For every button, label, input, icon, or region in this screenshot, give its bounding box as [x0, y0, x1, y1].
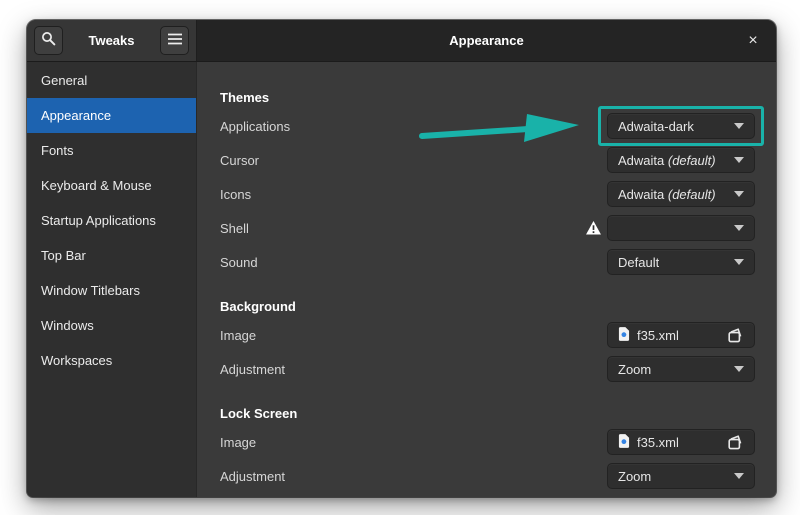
page-title: Appearance — [449, 33, 523, 48]
screenshot-canvas: Tweaks Appearance × GeneralAppearanceFon… — [0, 0, 800, 515]
chevron-down-icon — [734, 225, 744, 231]
row-label: Cursor — [220, 153, 259, 168]
settings-row-themes-applications: Applications Adwaita-dark — [220, 113, 755, 139]
combo-lock-screen-adjustment[interactable]: Zoom — [607, 463, 755, 489]
settings-row-lock-screen-adjustment: Adjustment Zoom — [220, 463, 755, 489]
row-label: Shell — [220, 221, 249, 236]
file-chooser-background-image[interactable]: f35.xml — [607, 322, 755, 348]
sidebar-item-top-bar[interactable]: Top Bar — [27, 238, 196, 273]
settings-row-themes-shell: Shell — [220, 215, 755, 241]
search-button[interactable] — [34, 26, 63, 55]
settings-row-themes-sound: Sound Default — [220, 249, 755, 275]
row-label: Adjustment — [220, 362, 285, 377]
sidebar-item-appearance[interactable]: Appearance — [27, 98, 196, 133]
section-title-background: Background — [220, 299, 755, 315]
chevron-down-icon — [734, 366, 744, 372]
window-body: GeneralAppearanceFontsKeyboard & MouseSt… — [27, 62, 776, 497]
file-name: f35.xml — [637, 328, 679, 343]
file-icon — [618, 434, 630, 451]
menu-button[interactable] — [160, 26, 189, 55]
search-icon — [41, 31, 56, 51]
sidebar-item-startup-applications[interactable]: Startup Applications — [27, 203, 196, 238]
headerbar: Tweaks Appearance × — [27, 20, 776, 62]
combo-themes-cursor[interactable]: Adwaita (default) — [607, 147, 755, 173]
sidebar-item-workspaces[interactable]: Workspaces — [27, 343, 196, 378]
row-label: Sound — [220, 255, 258, 270]
chevron-down-icon — [734, 123, 744, 129]
row-label: Image — [220, 435, 256, 450]
hamburger-menu-icon — [168, 32, 182, 50]
close-icon: × — [748, 32, 757, 50]
row-label: Adjustment — [220, 469, 285, 484]
settings-row-themes-icons: Icons Adwaita (default) — [220, 181, 755, 207]
chevron-down-icon — [734, 259, 744, 265]
headerbar-left: Tweaks — [27, 20, 197, 61]
settings-list: Themes Applications Adwaita-dark Cursor Adwa… — [197, 62, 776, 497]
settings-row-themes-cursor: Cursor Adwaita (default) — [220, 147, 755, 173]
settings-row-background-image: Image f35.xml — [220, 322, 755, 348]
chevron-down-icon — [734, 473, 744, 479]
chevron-down-icon — [734, 157, 744, 163]
headerbar-right: Appearance × — [197, 20, 776, 61]
combo-themes-sound[interactable]: Default — [607, 249, 755, 275]
combo-value: Zoom — [618, 469, 651, 484]
combo-themes-applications[interactable]: Adwaita-dark — [607, 113, 755, 139]
combo-value: Zoom — [618, 362, 651, 377]
sidebar-item-window-titlebars[interactable]: Window Titlebars — [27, 273, 196, 308]
settings-row-background-adjustment: Adjustment Zoom — [220, 356, 755, 382]
combo-themes-icons[interactable]: Adwaita (default) — [607, 181, 755, 207]
section-title-themes: Themes — [220, 90, 755, 106]
close-button[interactable]: × — [740, 28, 766, 54]
open-file-icon — [727, 435, 744, 450]
combo-value: Adwaita (default) — [618, 153, 716, 168]
warning-icon — [586, 221, 601, 235]
combo-value: Default — [618, 255, 659, 270]
file-icon — [618, 327, 630, 344]
app-title: Tweaks — [63, 33, 160, 48]
combo-value: Adwaita-dark — [618, 119, 694, 134]
row-label: Icons — [220, 187, 251, 202]
sidebar-item-keyboard-mouse[interactable]: Keyboard & Mouse — [27, 168, 196, 203]
settings-row-lock-screen-image: Image f35.xml — [220, 429, 755, 455]
file-chooser-lock-screen-image[interactable]: f35.xml — [607, 429, 755, 455]
file-name: f35.xml — [637, 435, 679, 450]
sidebar-item-general[interactable]: General — [27, 63, 196, 98]
row-label: Applications — [220, 119, 290, 134]
sidebar-item-windows[interactable]: Windows — [27, 308, 196, 343]
sidebar-item-fonts[interactable]: Fonts — [27, 133, 196, 168]
row-label: Image — [220, 328, 256, 343]
combo-themes-shell[interactable] — [607, 215, 755, 241]
chevron-down-icon — [734, 191, 744, 197]
combo-background-adjustment[interactable]: Zoom — [607, 356, 755, 382]
sidebar: GeneralAppearanceFontsKeyboard & MouseSt… — [27, 62, 197, 497]
combo-value: Adwaita (default) — [618, 187, 716, 202]
tweaks-window: Tweaks Appearance × GeneralAppearanceFon… — [27, 20, 776, 497]
open-file-icon — [727, 328, 744, 343]
section-title-lock-screen: Lock Screen — [220, 406, 755, 422]
